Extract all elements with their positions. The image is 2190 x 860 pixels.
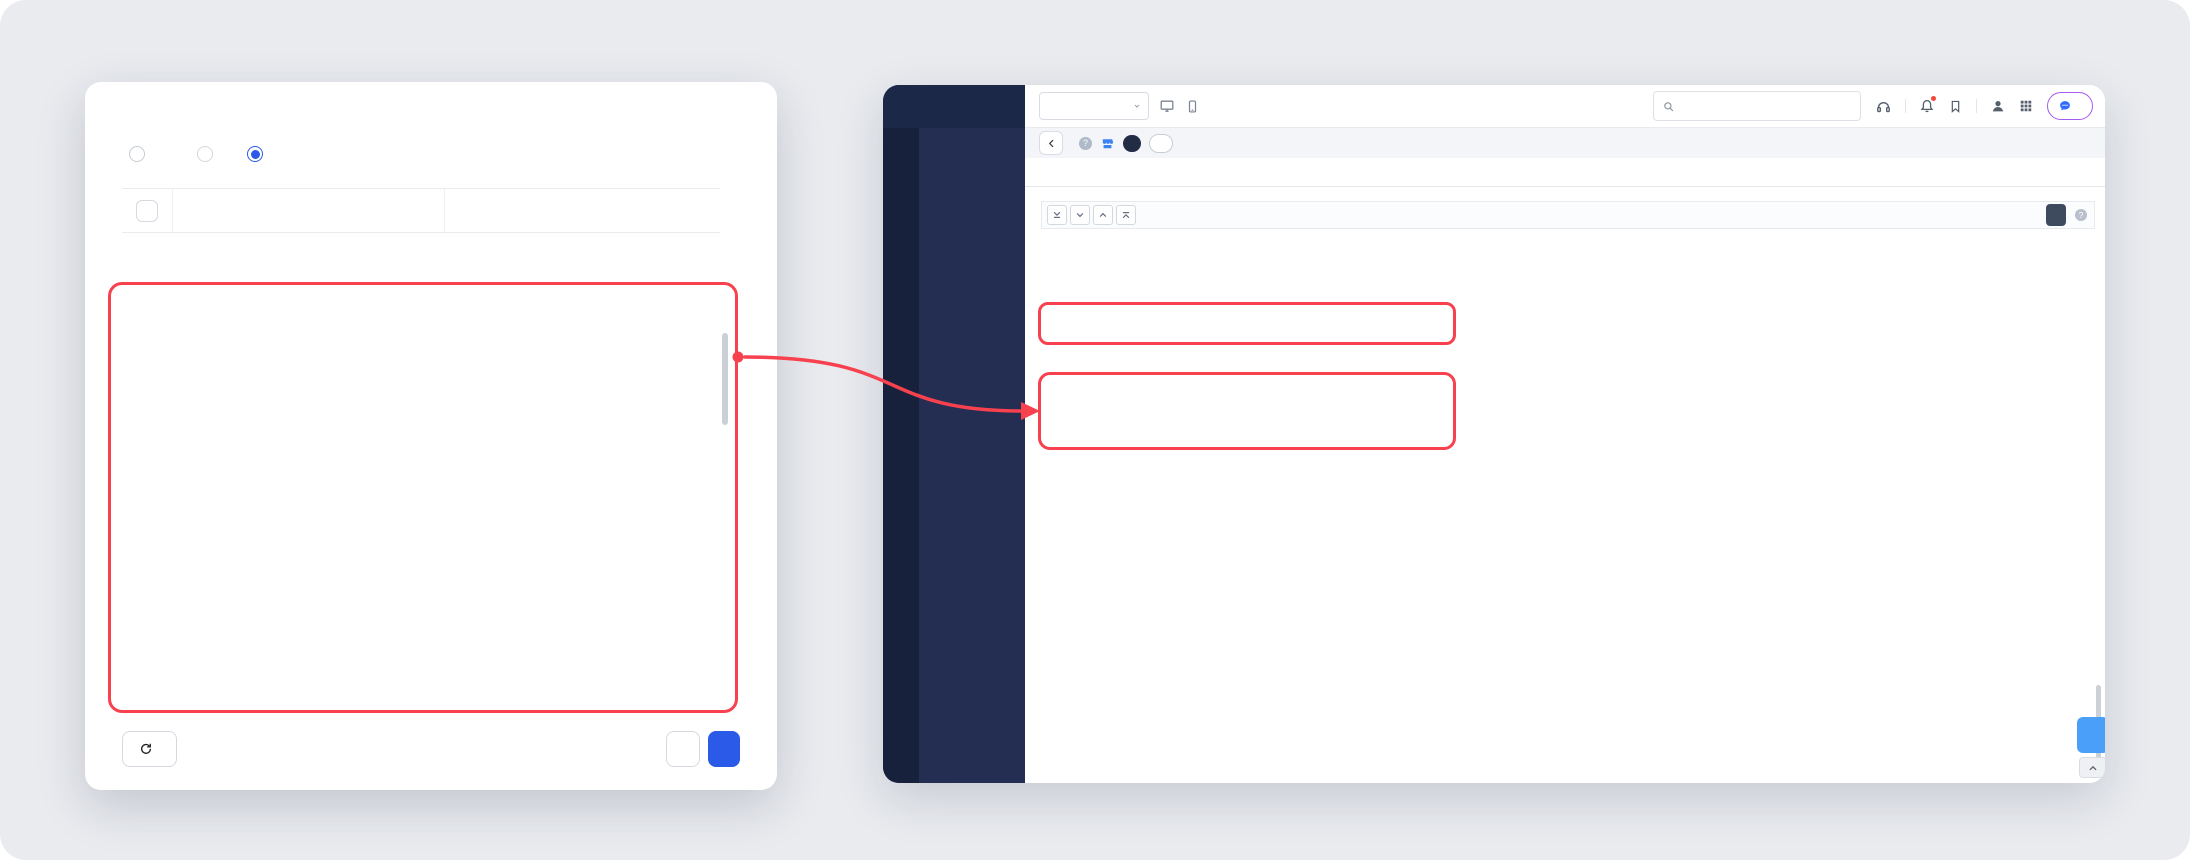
detail-info-table <box>122 188 720 233</box>
guide-badge[interactable] <box>1123 134 1141 152</box>
select-all-checkbox[interactable] <box>135 199 158 222</box>
mobile-preview-icon[interactable] <box>1185 99 1200 114</box>
modal-footer <box>122 731 740 767</box>
admin-topbar <box>1025 85 2105 128</box>
screenshot-canvas: ? ? <box>0 0 2190 860</box>
move-up-button[interactable] <box>1093 205 1113 225</box>
col-header-cafe24-info <box>172 188 444 233</box>
reset-button[interactable] <box>122 731 177 767</box>
account-icon[interactable] <box>1990 98 2006 114</box>
custom-item-link-row <box>122 144 740 164</box>
help-icon[interactable] <box>129 146 145 162</box>
modal-table-scrollbar[interactable] <box>722 333 728 425</box>
sidebar-logo-row <box>883 85 1025 128</box>
product-detail-link-modal <box>85 82 777 790</box>
support-headset-icon[interactable] <box>1875 98 1892 115</box>
add-item-help-icon[interactable]: ? <box>2075 209 2087 221</box>
global-search-input[interactable] <box>1653 91 1861 121</box>
submit-button[interactable] <box>708 731 740 767</box>
bookmark-icon[interactable] <box>1948 99 1963 114</box>
back-button[interactable] <box>1039 131 1063 155</box>
scroll-to-top-button[interactable] <box>2079 757 2105 778</box>
settings-menu <box>919 128 1025 783</box>
menu-group-title[interactable] <box>919 138 1025 154</box>
refresh-icon <box>139 742 153 756</box>
add-item-button[interactable] <box>2046 204 2066 226</box>
radio-use[interactable] <box>197 146 221 162</box>
radio-not-use[interactable] <box>247 146 271 162</box>
ai-chatbot-button[interactable] <box>2047 92 2093 120</box>
page-header: ? <box>1025 128 2105 158</box>
info-icon[interactable]: ? <box>1079 136 1092 150</box>
admin-main: ? ? <box>1025 85 2105 783</box>
ai-inquiry-button[interactable] <box>1149 133 1173 153</box>
table-toolbar: ? <box>1041 201 2095 229</box>
search-icon <box>1662 100 1675 113</box>
apps-grid-icon[interactable] <box>2019 99 2033 113</box>
col-header-warranty-name <box>443 188 720 233</box>
tab-bar <box>1025 158 2105 187</box>
desktop-preview-icon[interactable] <box>1159 98 1175 114</box>
detail-info-header-row <box>122 188 720 233</box>
move-to-bottom-button[interactable] <box>1047 205 1067 225</box>
move-down-button[interactable] <box>1070 205 1090 225</box>
shop-select[interactable] <box>1039 92 1149 120</box>
chevron-down-icon <box>1133 102 1141 110</box>
close-button[interactable] <box>666 731 700 767</box>
notifications-bell-icon[interactable] <box>1919 96 1936 114</box>
admin-sidebar <box>883 85 1025 783</box>
cafe24-admin-window: ? ? <box>883 85 2105 783</box>
chat-bubble-icon <box>2058 99 2072 113</box>
page-content: ? <box>1025 187 2105 783</box>
radio-circle-icon <box>197 146 213 162</box>
icon-rail <box>883 128 919 783</box>
storefront-icon[interactable] <box>1100 136 1115 151</box>
quick-menu-badge[interactable] <box>2077 717 2105 753</box>
radio-circle-icon <box>247 146 263 162</box>
move-to-top-button[interactable] <box>1116 205 1136 225</box>
